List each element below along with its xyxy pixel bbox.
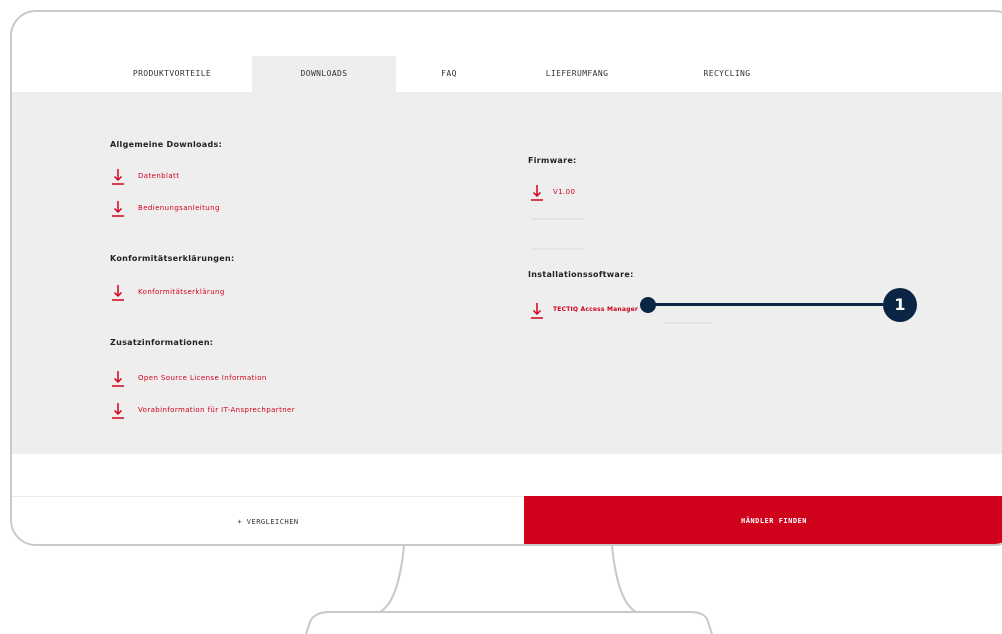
download-link-tectiq-access-manager[interactable]: TECTIQ Access Manager (531, 302, 651, 322)
tab-lieferumfang[interactable]: LIEFERUMFANG (522, 56, 632, 92)
download-arrow-icon (112, 403, 124, 419)
divider (664, 322, 712, 324)
callout-number-badge: 1 (883, 288, 917, 322)
download-label: Vorabinformation für IT-Ansprechpartner (138, 406, 296, 414)
download-arrow-icon (112, 371, 124, 387)
tab-downloads[interactable]: DOWNLOADS (252, 56, 396, 92)
download-arrow-icon (531, 303, 543, 319)
download-label: V1.00 (553, 188, 576, 196)
download-label: Bedienungsanleitung (138, 204, 220, 212)
download-arrow-icon (531, 185, 543, 201)
section-title-general-downloads: Allgemeine Downloads: (110, 140, 223, 149)
compare-button[interactable]: + VERGLEICHEN (12, 496, 524, 544)
section-title-installation-software: Installationssoftware: (528, 270, 634, 279)
tab-bar: PRODUKTVORTEILE DOWNLOADS FAQ LIEFERUMFA… (12, 56, 1002, 92)
section-title-conformity: Konformitätserklärungen: (110, 254, 235, 263)
divider (531, 218, 585, 220)
download-link-firmware-v100[interactable]: V1.00 (531, 184, 651, 204)
download-label: TECTIQ Access Manager (553, 306, 639, 313)
find-dealer-button[interactable]: HÄNDLER FINDEN (524, 496, 1002, 544)
action-bar: + VERGLEICHEN HÄNDLER FINDEN (12, 496, 1002, 544)
download-label: Datenblatt (138, 172, 180, 180)
tab-recycling[interactable]: RECYCLING (672, 56, 782, 92)
download-link-bedienungsanleitung[interactable]: Bedienungsanleitung (112, 200, 332, 220)
download-label: Open Source License Information (138, 374, 267, 382)
download-link-datenblatt[interactable]: Datenblatt (112, 168, 312, 188)
section-title-additional-info: Zusatzinformationen: (110, 338, 214, 347)
download-arrow-icon (112, 169, 124, 185)
downloads-panel: Allgemeine Downloads: Datenblatt Bedienu… (12, 92, 1002, 454)
monitor-screen: PRODUKTVORTEILE DOWNLOADS FAQ LIEFERUMFA… (10, 10, 1002, 546)
download-arrow-icon (112, 201, 124, 217)
download-link-konformitaetserklaerung[interactable]: Konformitätserklärung (112, 284, 332, 304)
download-label: Konformitätserklärung (138, 288, 225, 296)
tab-faq[interactable]: FAQ (412, 56, 486, 92)
callout-dot (640, 297, 656, 313)
download-link-it-information[interactable]: Vorabinformation für IT-Ansprechpartner (112, 402, 412, 422)
tab-produktvorteile[interactable]: PRODUKTVORTEILE (102, 56, 242, 92)
divider (531, 248, 585, 250)
callout-line (648, 303, 883, 306)
download-link-open-source-license[interactable]: Open Source License Information (112, 370, 372, 390)
section-title-firmware: Firmware: (528, 156, 577, 165)
download-arrow-icon (112, 285, 124, 301)
